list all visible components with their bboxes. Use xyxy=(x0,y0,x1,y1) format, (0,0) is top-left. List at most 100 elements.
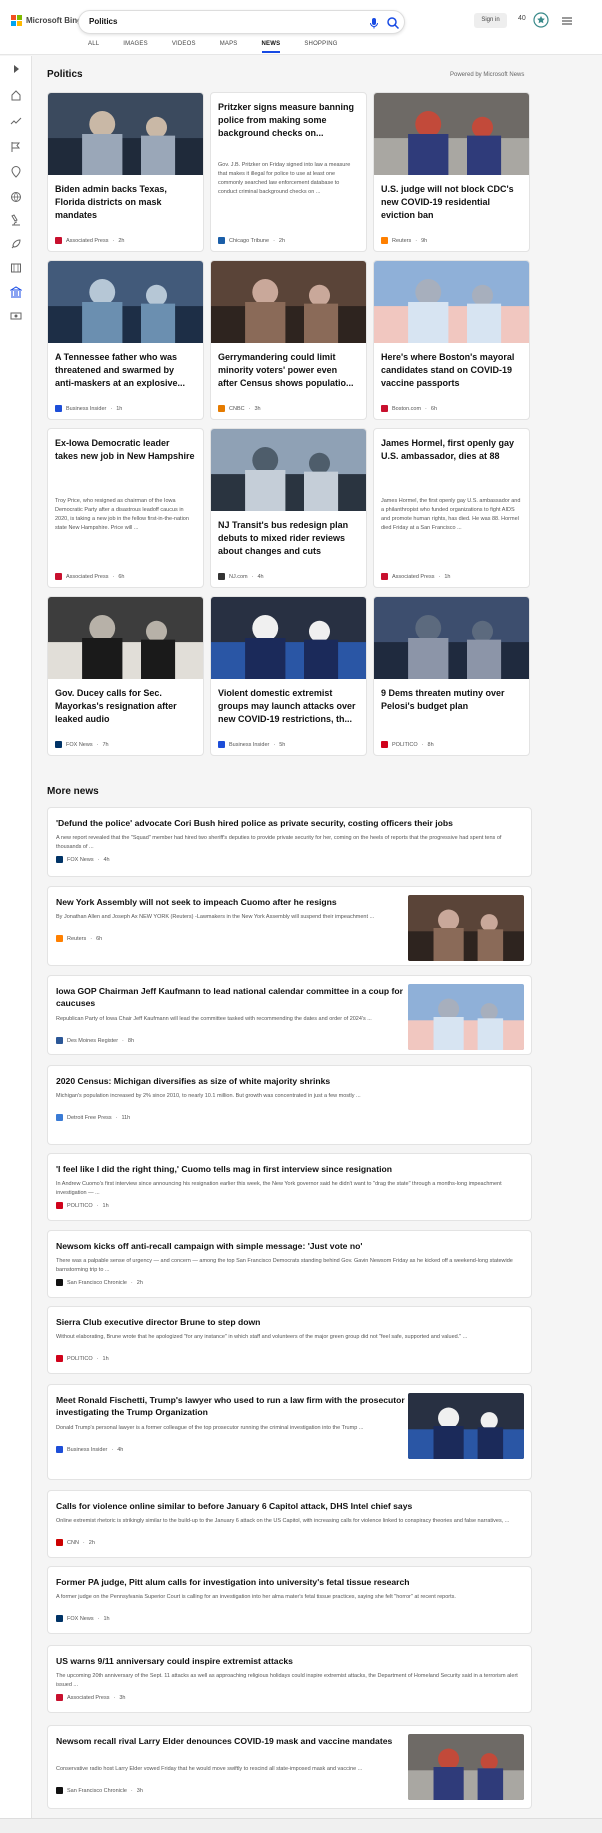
more-news-image[interactable] xyxy=(408,984,524,1050)
news-card-image[interactable] xyxy=(374,597,529,679)
source-time: 8h xyxy=(427,741,434,748)
news-card-image[interactable] xyxy=(211,429,366,511)
more-news-item[interactable]: 'Defund the police' advocate Cori Bush h… xyxy=(47,807,532,877)
news-card[interactable]: NJ Transit's bus redesign plan debuts to… xyxy=(210,428,367,588)
news-card-title[interactable]: NJ Transit's bus redesign plan debuts to… xyxy=(218,519,358,558)
news-card[interactable]: Here's where Boston's mayoral candidates… xyxy=(373,260,530,420)
more-news-image[interactable] xyxy=(408,895,524,961)
more-news-item[interactable]: 2020 Census: Michigan diversifies as siz… xyxy=(47,1065,532,1145)
search-input[interactable] xyxy=(89,17,329,26)
news-card-title[interactable]: Biden admin backs Texas, Florida distric… xyxy=(55,183,195,222)
news-card[interactable]: Violent domestic extremist groups may la… xyxy=(210,596,367,756)
more-news-item[interactable]: Calls for violence online similar to bef… xyxy=(47,1490,532,1558)
news-card-title[interactable]: Gov. Ducey calls for Sec. Mayorkas's res… xyxy=(55,687,195,726)
more-news-title[interactable]: 'Defund the police' advocate Cori Bush h… xyxy=(56,817,521,829)
rocket-icon[interactable] xyxy=(10,237,22,249)
more-news-snippet: Without elaborating, Brune wrote that he… xyxy=(56,1334,468,1340)
more-news-item[interactable]: 'I feel like I did the right thing,' Cuo… xyxy=(47,1153,532,1221)
flag-icon[interactable] xyxy=(10,140,22,152)
source-name: Associated Press xyxy=(66,237,109,244)
rewards-points[interactable]: 40 xyxy=(518,15,526,22)
news-card-title[interactable]: Pritzker signs measure banning police fr… xyxy=(218,101,358,140)
tab-images[interactable]: IMAGES xyxy=(123,41,148,53)
news-card[interactable]: Pritzker signs measure banning police fr… xyxy=(210,92,367,252)
news-card-title[interactable]: Violent domestic extremist groups may la… xyxy=(218,687,358,726)
more-news-item[interactable]: New York Assembly will not seek to impea… xyxy=(47,886,532,966)
more-news-title[interactable]: Sierra Club executive director Brune to … xyxy=(56,1316,521,1328)
source-time: 1h xyxy=(102,1355,109,1362)
news-card[interactable]: Ex-Iowa Democratic leader takes new job … xyxy=(47,428,204,588)
government-icon[interactable] xyxy=(9,285,23,298)
news-card-image[interactable] xyxy=(48,93,203,175)
source-separator: · xyxy=(112,237,115,244)
news-card[interactable]: James Hormel, first openly gay U.S. amba… xyxy=(373,428,530,588)
rewards-icon[interactable] xyxy=(532,11,550,29)
more-news-source: FOX News · 1h xyxy=(56,1615,110,1622)
news-card[interactable]: Gov. Ducey calls for Sec. Mayorkas's res… xyxy=(47,596,204,756)
news-card-image[interactable] xyxy=(211,261,366,343)
film-icon[interactable] xyxy=(10,261,22,273)
news-card-image[interactable] xyxy=(48,597,203,679)
tab-news[interactable]: NEWS xyxy=(261,41,281,53)
more-news-item[interactable]: Iowa GOP Chairman Jeff Kaufmann to lead … xyxy=(47,975,532,1055)
news-card-title[interactable]: Here's where Boston's mayoral candidates… xyxy=(381,351,521,390)
microscope-icon[interactable] xyxy=(10,213,22,226)
more-news-title[interactable]: Newsom kicks off anti-recall campaign wi… xyxy=(56,1240,521,1252)
more-news-source: Detroit Free Press · 11h xyxy=(56,1114,130,1121)
news-card-image[interactable] xyxy=(48,261,203,343)
more-news-title[interactable]: Former PA judge, Pitt alum calls for inv… xyxy=(56,1576,521,1588)
expand-icon[interactable] xyxy=(10,62,22,74)
news-card[interactable]: Biden admin backs Texas, Florida distric… xyxy=(47,92,204,252)
more-news-title[interactable]: Newsom recall rival Larry Elder denounce… xyxy=(56,1735,408,1747)
more-news-title[interactable]: New York Assembly will not seek to impea… xyxy=(56,896,408,908)
more-news-item[interactable]: Newsom recall rival Larry Elder denounce… xyxy=(47,1725,532,1809)
microphone-icon[interactable] xyxy=(367,16,381,30)
more-news-item[interactable]: Sierra Club executive director Brune to … xyxy=(47,1306,532,1374)
news-card[interactable]: U.S. judge will not block CDC's new COVI… xyxy=(373,92,530,252)
trending-icon[interactable] xyxy=(10,114,22,126)
source-time: 1h xyxy=(116,405,123,412)
news-card-image[interactable] xyxy=(374,261,529,343)
more-news-title[interactable]: 'I feel like I did the right thing,' Cuo… xyxy=(56,1163,521,1175)
news-card-title[interactable]: A Tennessee father who was threatened an… xyxy=(55,351,195,390)
more-news-title[interactable]: US warns 9/11 anniversary could inspire … xyxy=(56,1655,521,1667)
news-card-title[interactable]: Ex-Iowa Democratic leader takes new job … xyxy=(55,437,195,463)
more-news-title[interactable]: Iowa GOP Chairman Jeff Kaufmann to lead … xyxy=(56,985,408,1009)
menu-icon[interactable] xyxy=(561,14,573,26)
news-card[interactable]: Gerrymandering could limit minority vote… xyxy=(210,260,367,420)
home-icon[interactable] xyxy=(10,88,22,101)
more-news-image[interactable] xyxy=(408,1393,524,1459)
news-card[interactable]: A Tennessee father who was threatened an… xyxy=(47,260,204,420)
sign-in-button[interactable]: Sign in xyxy=(474,13,507,28)
more-news-item[interactable]: Newsom kicks off anti-recall campaign wi… xyxy=(47,1230,532,1298)
news-card-title[interactable]: U.S. judge will not block CDC's new COVI… xyxy=(381,183,521,222)
news-card-image[interactable] xyxy=(374,93,529,175)
tab-shopping[interactable]: SHOPPING xyxy=(304,41,337,53)
source-name: CNN xyxy=(67,1539,79,1546)
news-card-image[interactable] xyxy=(211,597,366,679)
news-card-title[interactable]: James Hormel, first openly gay U.S. amba… xyxy=(381,437,521,463)
more-news-item[interactable]: US warns 9/11 anniversary could inspire … xyxy=(47,1645,532,1713)
tab-videos[interactable]: VIDEOS xyxy=(172,41,196,53)
news-card-title[interactable]: Gerrymandering could limit minority vote… xyxy=(218,351,358,390)
more-news-image[interactable] xyxy=(408,1734,524,1800)
bing-logo[interactable]: Microsoft Bing xyxy=(11,15,82,26)
money-icon[interactable] xyxy=(10,309,22,321)
news-card-source: Associated Press · 2h xyxy=(55,237,124,244)
location-icon[interactable] xyxy=(10,165,22,178)
more-news-item[interactable]: Former PA judge, Pitt alum calls for inv… xyxy=(47,1566,532,1634)
more-news-image[interactable] xyxy=(408,1074,524,1140)
more-news-title[interactable]: Meet Ronald Fischetti, Trump's lawyer wh… xyxy=(56,1394,408,1418)
search-icon[interactable] xyxy=(386,16,400,30)
more-news-title[interactable]: Calls for violence online similar to bef… xyxy=(56,1500,521,1512)
news-card[interactable]: 9 Dems threaten mutiny over Pelosi's bud… xyxy=(373,596,530,756)
tab-maps[interactable]: MAPS xyxy=(220,41,238,53)
globe-icon[interactable] xyxy=(10,190,22,202)
news-card-title[interactable]: 9 Dems threaten mutiny over Pelosi's bud… xyxy=(381,687,521,713)
tab-all[interactable]: ALL xyxy=(88,41,99,53)
source-logo-icon xyxy=(218,573,225,580)
more-news-title[interactable]: 2020 Census: Michigan diversifies as siz… xyxy=(56,1075,408,1087)
more-news-item[interactable]: Meet Ronald Fischetti, Trump's lawyer wh… xyxy=(47,1384,532,1480)
source-name: Associated Press xyxy=(67,1694,110,1701)
source-separator: · xyxy=(115,1114,118,1121)
